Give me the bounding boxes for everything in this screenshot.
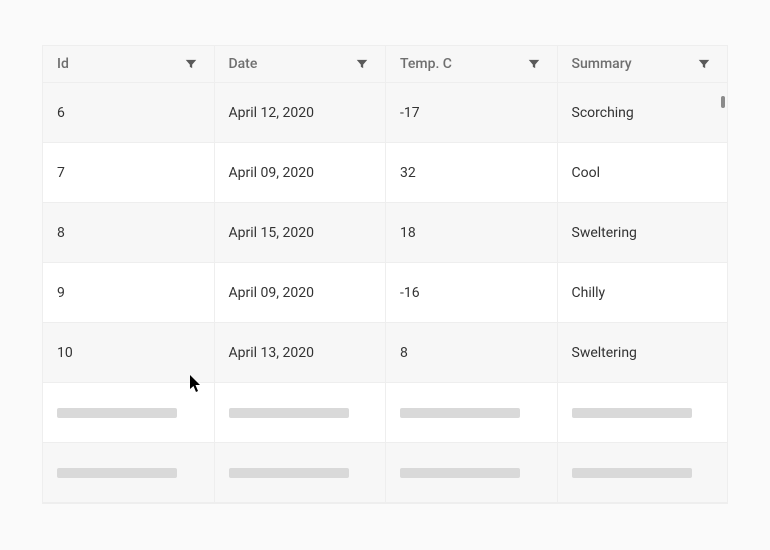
filter-icon[interactable] xyxy=(695,55,713,73)
skeleton-placeholder xyxy=(572,468,692,478)
table-header-row: Id Date Temp. C Summary xyxy=(43,46,727,83)
filter-icon[interactable] xyxy=(353,55,371,73)
loading-row xyxy=(43,383,727,443)
cell-temp: -16 xyxy=(386,263,558,322)
filter-icon[interactable] xyxy=(182,55,200,73)
skeleton-placeholder xyxy=(57,468,177,478)
skeleton-placeholder xyxy=(229,468,349,478)
cell-date: April 12, 2020 xyxy=(215,83,387,142)
column-label: Id xyxy=(57,56,69,72)
column-label: Date xyxy=(229,56,258,72)
cell-id: 6 xyxy=(43,83,215,142)
data-grid[interactable]: Id Date Temp. C Summary 6 April 12, 2020 xyxy=(42,45,728,504)
column-header-date[interactable]: Date xyxy=(215,46,387,82)
column-header-summary[interactable]: Summary xyxy=(558,46,728,82)
cell-date: April 13, 2020 xyxy=(215,323,387,382)
cell-date: April 15, 2020 xyxy=(215,203,387,262)
table-row[interactable]: 6 April 12, 2020 -17 Scorching xyxy=(43,83,727,143)
cell-id: 10 xyxy=(43,323,215,382)
table-row[interactable]: 10 April 13, 2020 8 Sweltering xyxy=(43,323,727,383)
cell-temp: 18 xyxy=(386,203,558,262)
cell-id: 8 xyxy=(43,203,215,262)
skeleton-placeholder xyxy=(572,408,692,418)
table-row[interactable]: 9 April 09, 2020 -16 Chilly xyxy=(43,263,727,323)
cell-summary: Sweltering xyxy=(558,323,728,382)
column-label: Summary xyxy=(572,56,632,72)
column-header-id[interactable]: Id xyxy=(43,46,215,82)
cell-temp: 8 xyxy=(386,323,558,382)
cell-date: April 09, 2020 xyxy=(215,143,387,202)
cell-id: 9 xyxy=(43,263,215,322)
cell-date: April 09, 2020 xyxy=(215,263,387,322)
skeleton-placeholder xyxy=(229,408,349,418)
cell-summary: Chilly xyxy=(558,263,728,322)
loading-row xyxy=(43,443,727,503)
column-label: Temp. C xyxy=(400,56,452,72)
skeleton-placeholder xyxy=(57,408,177,418)
column-header-temp[interactable]: Temp. C xyxy=(386,46,558,82)
cell-summary: Cool xyxy=(558,143,728,202)
skeleton-placeholder xyxy=(400,468,520,478)
cell-temp: 32 xyxy=(386,143,558,202)
cell-temp: -17 xyxy=(386,83,558,142)
cell-summary: Scorching xyxy=(558,83,728,142)
cell-summary: Sweltering xyxy=(558,203,728,262)
cell-id: 7 xyxy=(43,143,215,202)
filter-icon[interactable] xyxy=(525,55,543,73)
scrollbar-thumb[interactable] xyxy=(721,96,725,108)
table-row[interactable]: 8 April 15, 2020 18 Sweltering xyxy=(43,203,727,263)
skeleton-placeholder xyxy=(400,408,520,418)
table-row[interactable]: 7 April 09, 2020 32 Cool xyxy=(43,143,727,203)
